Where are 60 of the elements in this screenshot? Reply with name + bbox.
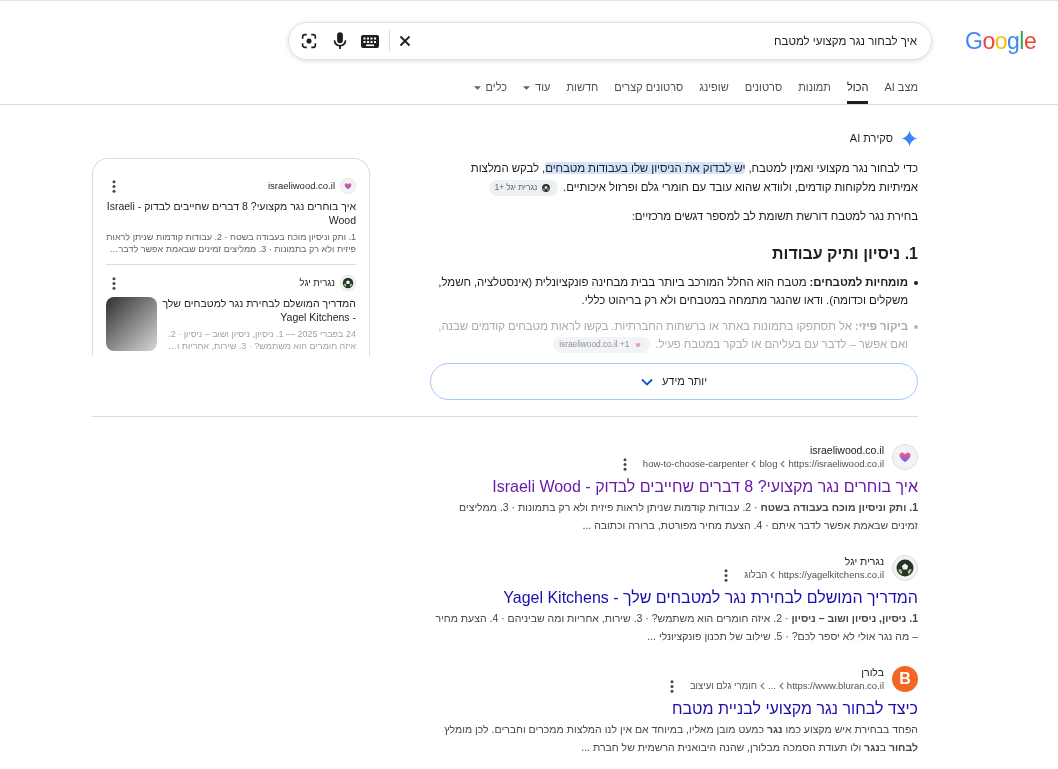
overview-paragraph: כדי לבחור נגר מקצועי ואמין למטבח, יש לבדוק את הניסיון שלו בעבודות מטבחים, לבקש המלצות אמיתיות מלקוחות קודמים, ולוודא שהוא עובד עם חומרי גלם ופרזול איכותיים. נגרית יגל +1 (430, 159, 918, 196)
sparkle-icon (901, 129, 918, 147)
url-text: how-to-choose-carpenter (642, 456, 749, 471)
source-snippet: 24 בפברי 2025 — 1. ניסיון, ניסיון ושוב – ניסיון · 2. איזה חומרים הוא משתמש? · 3. שירות, אחריות ו… (166, 328, 356, 352)
tab[interactable]: הכול (846, 74, 869, 104)
google-logo[interactable]: Google (965, 29, 1035, 53)
url-text: https://yagelkitchens.co.il (778, 567, 884, 582)
site-name: נגרית יגל (843, 554, 884, 568)
section-heading: 1. ניסיון ותיק עבודות (771, 244, 918, 264)
tab[interactable]: סרטונים (744, 74, 783, 104)
url-text: חומרי גלם ועיצוב (689, 678, 757, 693)
tab[interactable]: עוד (523, 74, 551, 104)
more-options-icon[interactable] (112, 276, 116, 290)
result-snippet: 1. ותק וניסיון מוכח בעבודה בשטח · 2. עבודות קודמות שניתן לראות פיזית ולא רק בתמונות · 3. ממליצים זמינים שבאמת אפשר לדבר איתם · 4. הצעת מחיר מפורטת, ברורה וכתובה ... (458, 500, 918, 533)
url-text: https://www.bluran.co.il (786, 678, 884, 693)
citation-chip[interactable]: נגרית יגל +1 (488, 179, 559, 196)
tab[interactable]: תמונות (798, 74, 831, 104)
result-snippet: 1. ניסיון, ניסיון ושוב – ניסיון · 2. איזה חומרים הוא משתמש? · 3. שירות, אחריות ומה שביניהם · 4. הצעת מחיר – מה נגר אולי לא יספר לכם? · 5. שילוב של תכנון פונקציונלי ... (434, 611, 918, 644)
chevron-down-icon (640, 377, 653, 386)
tab[interactable]: כלים (473, 74, 508, 104)
tab[interactable]: מצב AI (884, 74, 918, 104)
keyboard-icon[interactable] (361, 34, 379, 48)
result-snippet: הפחד בבחירת איש מקצוע כמו נגר כמעט מובן מאליו, במיוחד אם אין לנו המלצות ממכרים וחברים. לכן מומלץ לבחור בנגר ולו תעודת הסמכה מבלורן, שהנה היבואנית הרשמית של חברת ... (443, 722, 918, 755)
tab[interactable]: חדשות (566, 74, 599, 104)
chevron-icon (759, 682, 765, 690)
chevron-icon (770, 571, 776, 579)
ball-icon (340, 275, 356, 291)
tab[interactable]: שופינג (699, 74, 729, 104)
search-input[interactable]: איך לבחור נגר מקצועי למטבח (421, 28, 917, 54)
microphone-icon[interactable] (332, 32, 348, 50)
close-icon[interactable] (399, 35, 411, 47)
result-title[interactable]: כיצד לבחור נגר מקצועי לבניית מטבח (430, 698, 918, 720)
url-text: blog (759, 456, 778, 471)
more-options-icon[interactable] (622, 457, 627, 471)
url-text: ... (767, 678, 776, 693)
section-title: סקירת AI (849, 130, 893, 146)
source-title[interactable]: איך בוחרים נגר מקצועי? 8 דברים שחייבים לבדוק - Israeli Wood (106, 200, 356, 227)
site-name: israeliwood.co.il (267, 178, 335, 193)
chevron-icon (780, 460, 786, 468)
site-name: בלורן (860, 665, 884, 679)
site-name: נגרית יגל (299, 275, 335, 290)
result-title[interactable]: איך בוחרים נגר מקצועי? 8 דברים שחייבים לבדוק - Israeli Wood (430, 476, 918, 498)
overview-paragraph: בחירת נגר למטבח דורשת תשומת לב למספר דגשים מרכזיים: (630, 209, 918, 224)
more-options-icon[interactable] (724, 568, 729, 582)
tab[interactable]: סרטונים קצרים (614, 74, 684, 104)
source-snippet: 1. ותק וניסיון מוכח בעבודה בשטח · 2. עבודות קודמות שניתן לראות פיזית ולא רק בתמונות · 3. ממליצים זמינים שבאמת אפשר לדבר… (106, 231, 356, 255)
result-title[interactable]: המדריך המושלם לבחירת נגר למטבחים שלך - Yagel Kitchens (430, 587, 918, 609)
more-options-icon[interactable] (669, 679, 674, 693)
list-item-text: מומחיות למטבחים: מטבח הוא החלל המורכב ביותר בבית מבחינה פונקציונלית (אינסטלציה, חשמל, משקלים וכדומה). ודאו שהנגר מתמחה במטבחים ולא רק בריהוט כללי. (437, 275, 908, 308)
url-text: https://israeliwood.co.il (788, 456, 884, 471)
camera-icon[interactable] (300, 32, 318, 50)
site-logo: B (892, 666, 918, 692)
more-options-icon[interactable] (112, 179, 116, 193)
site-name: israeliwood.co.il (808, 443, 884, 457)
chevron-icon (778, 682, 784, 690)
chevron-icon (751, 460, 757, 468)
ball-icon (892, 555, 918, 581)
ball-icon (540, 181, 553, 194)
url-text: הבלוג (744, 567, 768, 582)
source-title[interactable]: המדריך המושלם לבחירת נגר למטבחים שלך - Yagel Kitchens (162, 297, 356, 324)
